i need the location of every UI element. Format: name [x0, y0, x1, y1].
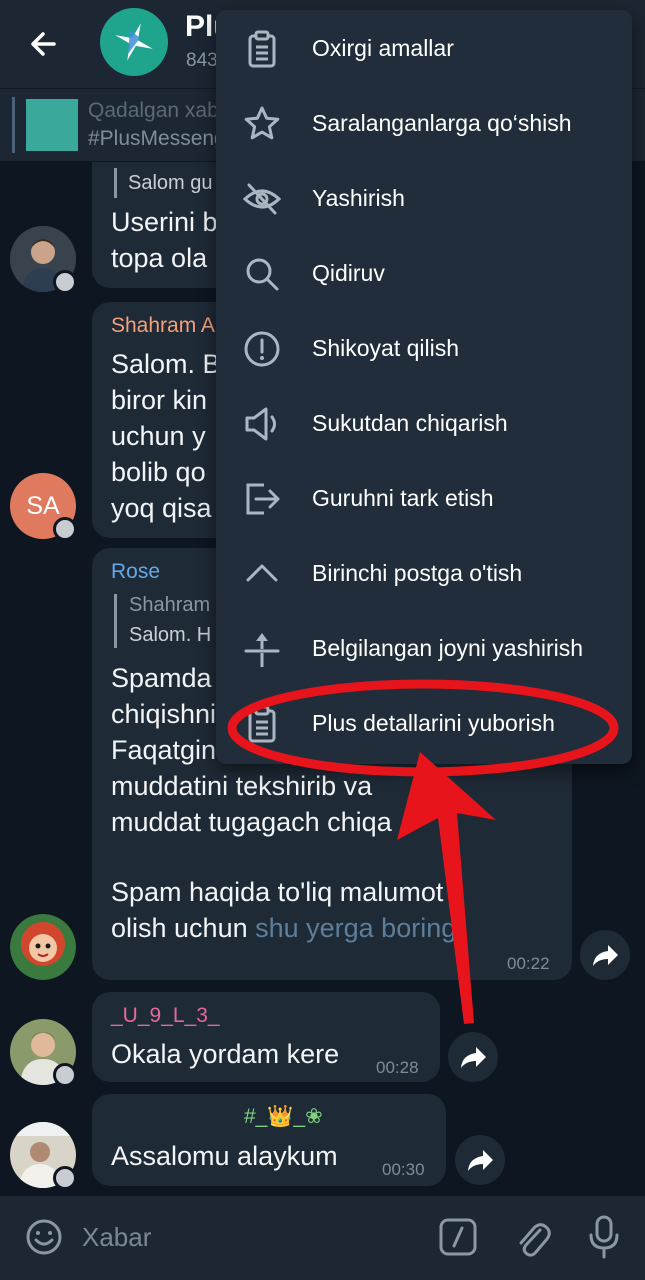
- annotation-overlay: [227, 679, 619, 1024]
- pointer-arrow: [397, 752, 496, 1024]
